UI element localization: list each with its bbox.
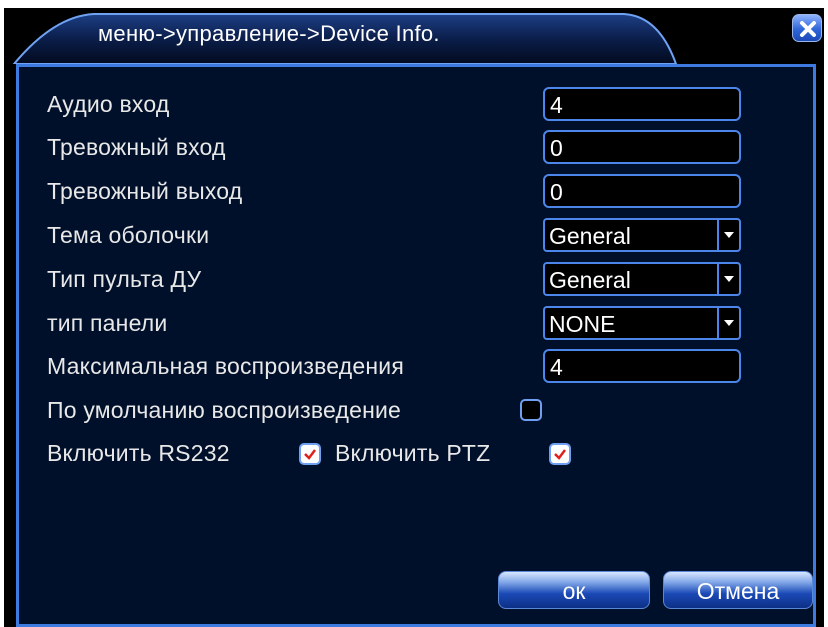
panel-type-label: тип панели [47,310,168,336]
panel-type-select-value: NONE [549,311,616,337]
audio-in-field[interactable]: 4 [543,87,741,121]
chevron-down-icon [724,276,734,282]
alarm-in-label: Тревожный вход [47,134,226,160]
remote-type-select[interactable]: General [543,262,741,296]
panel-type-dropdown-arrow[interactable] [717,308,739,338]
audio-in-row: Аудио вход 4 [47,87,807,121]
device-info-window: меню->управление->Device Info. Аудио вхо… [4,8,824,627]
theme-dropdown-arrow[interactable] [717,220,739,250]
alarm-out-field[interactable]: 0 [543,174,741,208]
enable-ptz-checkbox[interactable] [549,443,571,465]
remote-type-label: Тип пульта ДУ [47,266,202,292]
max-playback-label: Максимальная воспроизведения [47,353,404,379]
close-icon [800,21,816,37]
default-playback-checkbox[interactable] [520,399,542,421]
ok-button[interactable]: ок [498,571,650,609]
max-playback-field[interactable]: 4 [543,349,741,383]
alarm-in-field[interactable]: 0 [543,130,741,164]
theme-select[interactable]: General [543,218,741,252]
panel-type-row: тип панели NONE [47,306,807,340]
theme-select-value: General [549,223,631,249]
alarm-in-row: Тревожный вход 0 [47,130,807,164]
audio-in-label: Аудио вход [47,91,170,117]
remote-type-dropdown-arrow[interactable] [717,264,739,294]
panel-type-select[interactable]: NONE [543,306,741,340]
remote-type-row: Тип пульта ДУ General [47,262,807,296]
alarm-out-row: Тревожный выход 0 [47,174,807,208]
enable-rs232-label: Включить RS232 [47,440,230,466]
enable-ptz-label: Включить PTZ [335,440,491,466]
close-button[interactable] [792,14,822,42]
enable-options-row: Включить RS232 Включить PTZ [47,436,807,470]
max-playback-row: Максимальная воспроизведения 4 [47,349,807,383]
theme-label: Тема оболочки [47,222,210,248]
theme-row: Тема оболочки General [47,218,807,252]
default-playback-label: По умолчанию воспроизведение [47,397,402,423]
default-playback-row: По умолчанию воспроизведение [47,393,807,427]
cancel-button[interactable]: Отмена [663,571,813,609]
remote-type-select-value: General [549,267,631,293]
enable-rs232-checkbox[interactable] [299,443,321,465]
alarm-out-label: Тревожный выход [47,178,243,204]
window-breadcrumb-title: меню->управление->Device Info. [98,21,440,46]
chevron-down-icon [724,232,734,238]
checkmark-icon [304,449,316,460]
checkmark-icon [554,449,566,460]
settings-panel: Аудио вход 4 Тревожный вход 0 Тревожный … [16,64,816,627]
chevron-down-icon [724,320,734,326]
title-bar: меню->управление->Device Info. [4,8,824,64]
